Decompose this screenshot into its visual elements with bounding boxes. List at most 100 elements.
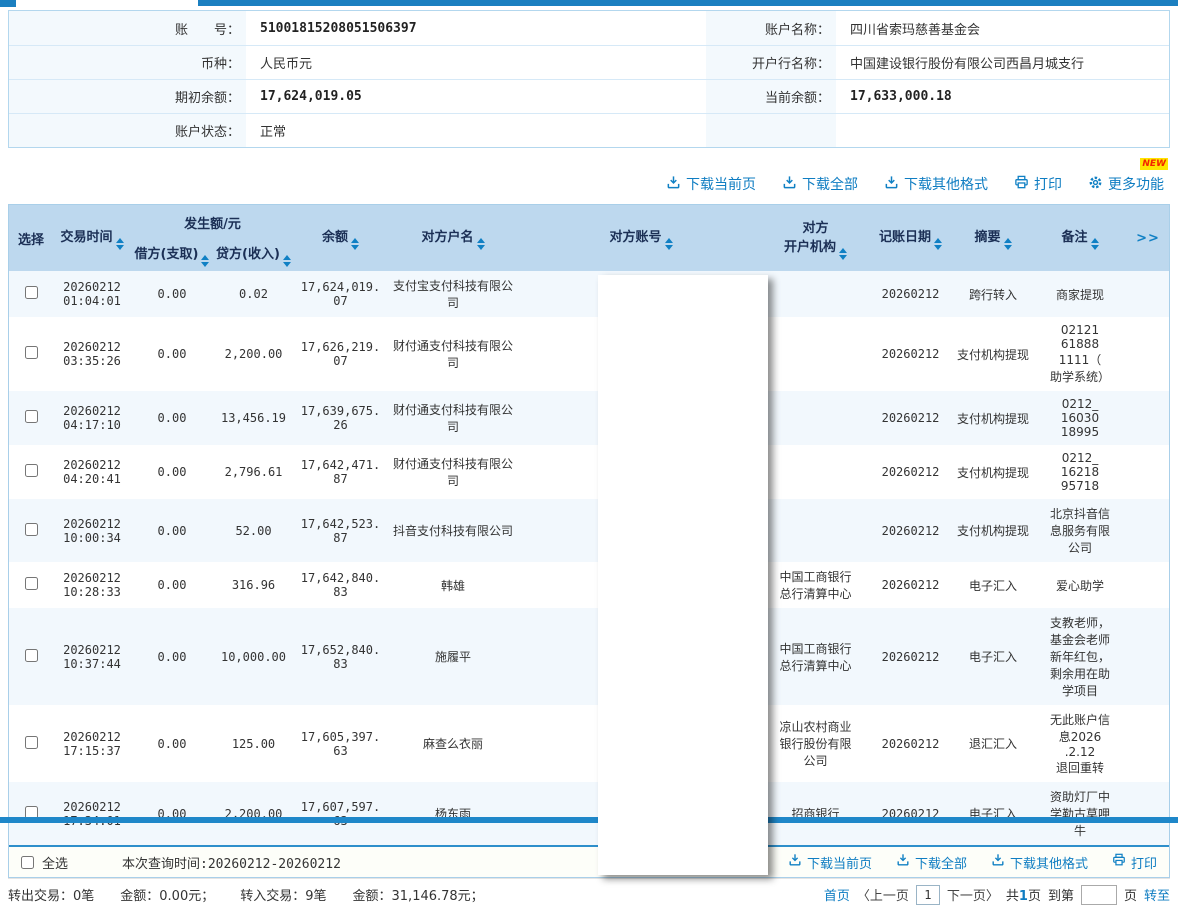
cell-balance: 17,639,675.26 <box>294 391 387 445</box>
cell-time: 20260212 10:00:34 <box>53 499 131 562</box>
col-header-summary[interactable]: 摘要 <box>953 205 1033 271</box>
col-header-time[interactable]: 交易时间 <box>53 205 131 271</box>
cell-credit: 52.00 <box>213 499 294 562</box>
first-page-link[interactable]: 首页 <box>824 885 850 904</box>
cell-time: 20260212 17:34:01 <box>53 782 131 845</box>
sort-icon[interactable] <box>116 238 124 250</box>
cell-counterparty: 支付宝支付科技有限公司 <box>387 271 519 317</box>
footer-download-current-page-button[interactable]: 下载当前页 <box>788 853 872 872</box>
footer-download-all-button[interactable]: 下载全部 <box>896 853 967 872</box>
col-header-remark[interactable]: 备注 <box>1033 205 1127 271</box>
col-header-credit[interactable]: 贷方(收入) <box>213 239 294 271</box>
footer-print-button[interactable]: 打印 <box>1112 853 1157 872</box>
col-header-counterparty-bank[interactable]: 对方 开户机构 <box>763 205 868 271</box>
currency-value: 人民币元 <box>246 53 706 72</box>
download-icon <box>788 853 802 871</box>
cell-remark: 商家提现 <box>1033 271 1127 317</box>
account-info-panel: 账 号： 51001815208051506397 账户名称： 四川省索玛慈善基… <box>8 10 1170 148</box>
current-balance-value: 17,633,000.18 <box>836 89 1169 104</box>
cell-remark: 北京抖音信 息服务有限 公司 <box>1033 499 1127 562</box>
cell-balance: 17,607,597.63 <box>294 782 387 845</box>
cell-booking-date: 20260212 <box>868 317 953 391</box>
sort-icon[interactable] <box>351 238 359 250</box>
goto-button[interactable]: 转至 <box>1144 885 1170 904</box>
cell-booking-date: 20260212 <box>868 562 953 608</box>
table-row: 20260212 17:15:37 0.00 125.00 17,605,397… <box>9 705 1169 782</box>
cell-counterparty-bank: 中国工商银行 总行清算中心 <box>763 562 868 608</box>
col-header-more-columns[interactable]: >> <box>1127 205 1169 271</box>
print-button[interactable]: 打印 <box>1014 174 1062 194</box>
gear-icon <box>1088 175 1103 194</box>
row-checkbox[interactable] <box>25 346 38 359</box>
cell-credit: 316.96 <box>213 562 294 608</box>
goto-page-input[interactable] <box>1081 885 1117 905</box>
cell-balance: 17,642,471.87 <box>294 445 387 499</box>
download-other-format-button[interactable]: 下载其他格式 <box>884 174 988 194</box>
download-current-page-button[interactable]: 下载当前页 <box>666 174 756 194</box>
bank-name-value: 中国建设银行股份有限公司西昌月城支行 <box>836 53 1169 72</box>
col-header-amount-group: 发生额/元 <box>131 205 294 239</box>
sort-icon[interactable] <box>839 248 847 260</box>
select-all-checkbox[interactable] <box>21 856 34 869</box>
download-icon <box>782 175 797 194</box>
col-header-select: 选择 <box>9 205 53 271</box>
download-icon <box>991 853 1005 871</box>
cell-balance: 17,642,523.87 <box>294 499 387 562</box>
tab-strip-bar <box>198 0 1178 6</box>
col-header-counterparty-account[interactable]: 对方账号 <box>519 205 763 271</box>
account-number-value: 51001815208051506397 <box>246 21 706 36</box>
cell-counterparty: 麻查么衣丽 <box>387 705 519 782</box>
next-page-link[interactable]: 下一页〉 <box>947 885 999 904</box>
cell-remark: 0212_ 16030 18995 <box>1033 391 1127 445</box>
cell-debit: 0.00 <box>131 705 213 782</box>
row-checkbox[interactable] <box>25 286 38 299</box>
cell-time: 20260212 04:20:41 <box>53 445 131 499</box>
transfer-out-count: 转出交易：0笔 <box>8 885 94 904</box>
transfer-in-amount: 金额：31,146.78元； <box>353 885 484 904</box>
cell-time: 20260212 10:28:33 <box>53 562 131 608</box>
sort-icon[interactable] <box>283 255 291 267</box>
cell-booking-date: 20260212 <box>868 782 953 845</box>
col-header-balance[interactable]: 余额 <box>294 205 387 271</box>
cell-credit: 2,200.00 <box>213 782 294 845</box>
cell-counterparty-bank <box>763 271 868 317</box>
row-checkbox[interactable] <box>25 410 38 423</box>
more-functions-button[interactable]: NEW 更多功能 <box>1088 174 1164 194</box>
cell-debit: 0.00 <box>131 499 213 562</box>
row-checkbox[interactable] <box>25 577 38 590</box>
cell-time: 20260212 03:35:26 <box>53 317 131 391</box>
cell-time: 20260212 04:17:10 <box>53 391 131 445</box>
cell-credit: 13,456.19 <box>213 391 294 445</box>
sort-icon[interactable] <box>1004 238 1012 250</box>
more-columns-icon[interactable]: >> <box>1136 231 1160 246</box>
sort-icon[interactable] <box>934 238 942 250</box>
sort-icon[interactable] <box>201 255 209 267</box>
cell-counterparty: 财付通支付科技有限公司 <box>387 391 519 445</box>
col-header-counterparty[interactable]: 对方户名 <box>387 205 519 271</box>
col-header-debit[interactable]: 借方(支取) <box>131 239 213 271</box>
cell-remark: 爱心助学 <box>1033 562 1127 608</box>
sort-icon[interactable] <box>477 238 485 250</box>
sort-icon[interactable] <box>1091 238 1099 250</box>
footer-download-other-format-button[interactable]: 下载其他格式 <box>991 853 1088 872</box>
row-checkbox[interactable] <box>25 736 38 749</box>
download-all-button[interactable]: 下载全部 <box>782 174 858 194</box>
row-checkbox[interactable] <box>25 649 38 662</box>
new-badge: NEW <box>1140 158 1168 170</box>
current-page-input[interactable] <box>916 885 940 905</box>
cell-booking-date: 20260212 <box>868 499 953 562</box>
prev-page-link[interactable]: 〈上一页 <box>857 885 909 904</box>
table-row: 20260212 10:28:33 0.00 316.96 17,642,840… <box>9 562 1169 608</box>
cell-summary: 支付机构提现 <box>953 391 1033 445</box>
cell-counterparty: 施履平 <box>387 608 519 705</box>
row-checkbox[interactable] <box>25 523 38 536</box>
pagination: 首页 〈上一页 下一页〉 共1页 到第 页 转至 <box>824 885 1170 905</box>
table-row: 20260212 01:04:01 0.00 0.02 17,624,019.0… <box>9 271 1169 317</box>
sort-icon[interactable] <box>665 238 673 250</box>
bottom-accent-bar <box>0 817 1178 823</box>
col-header-booking-date[interactable]: 记账日期 <box>868 205 953 271</box>
row-checkbox[interactable] <box>25 464 38 477</box>
account-row: 账户状态： 正常 <box>9 113 1169 147</box>
cell-select <box>9 562 53 608</box>
cell-remark: 资助灯厂中 学勒古莫呷 牛 <box>1033 782 1127 845</box>
